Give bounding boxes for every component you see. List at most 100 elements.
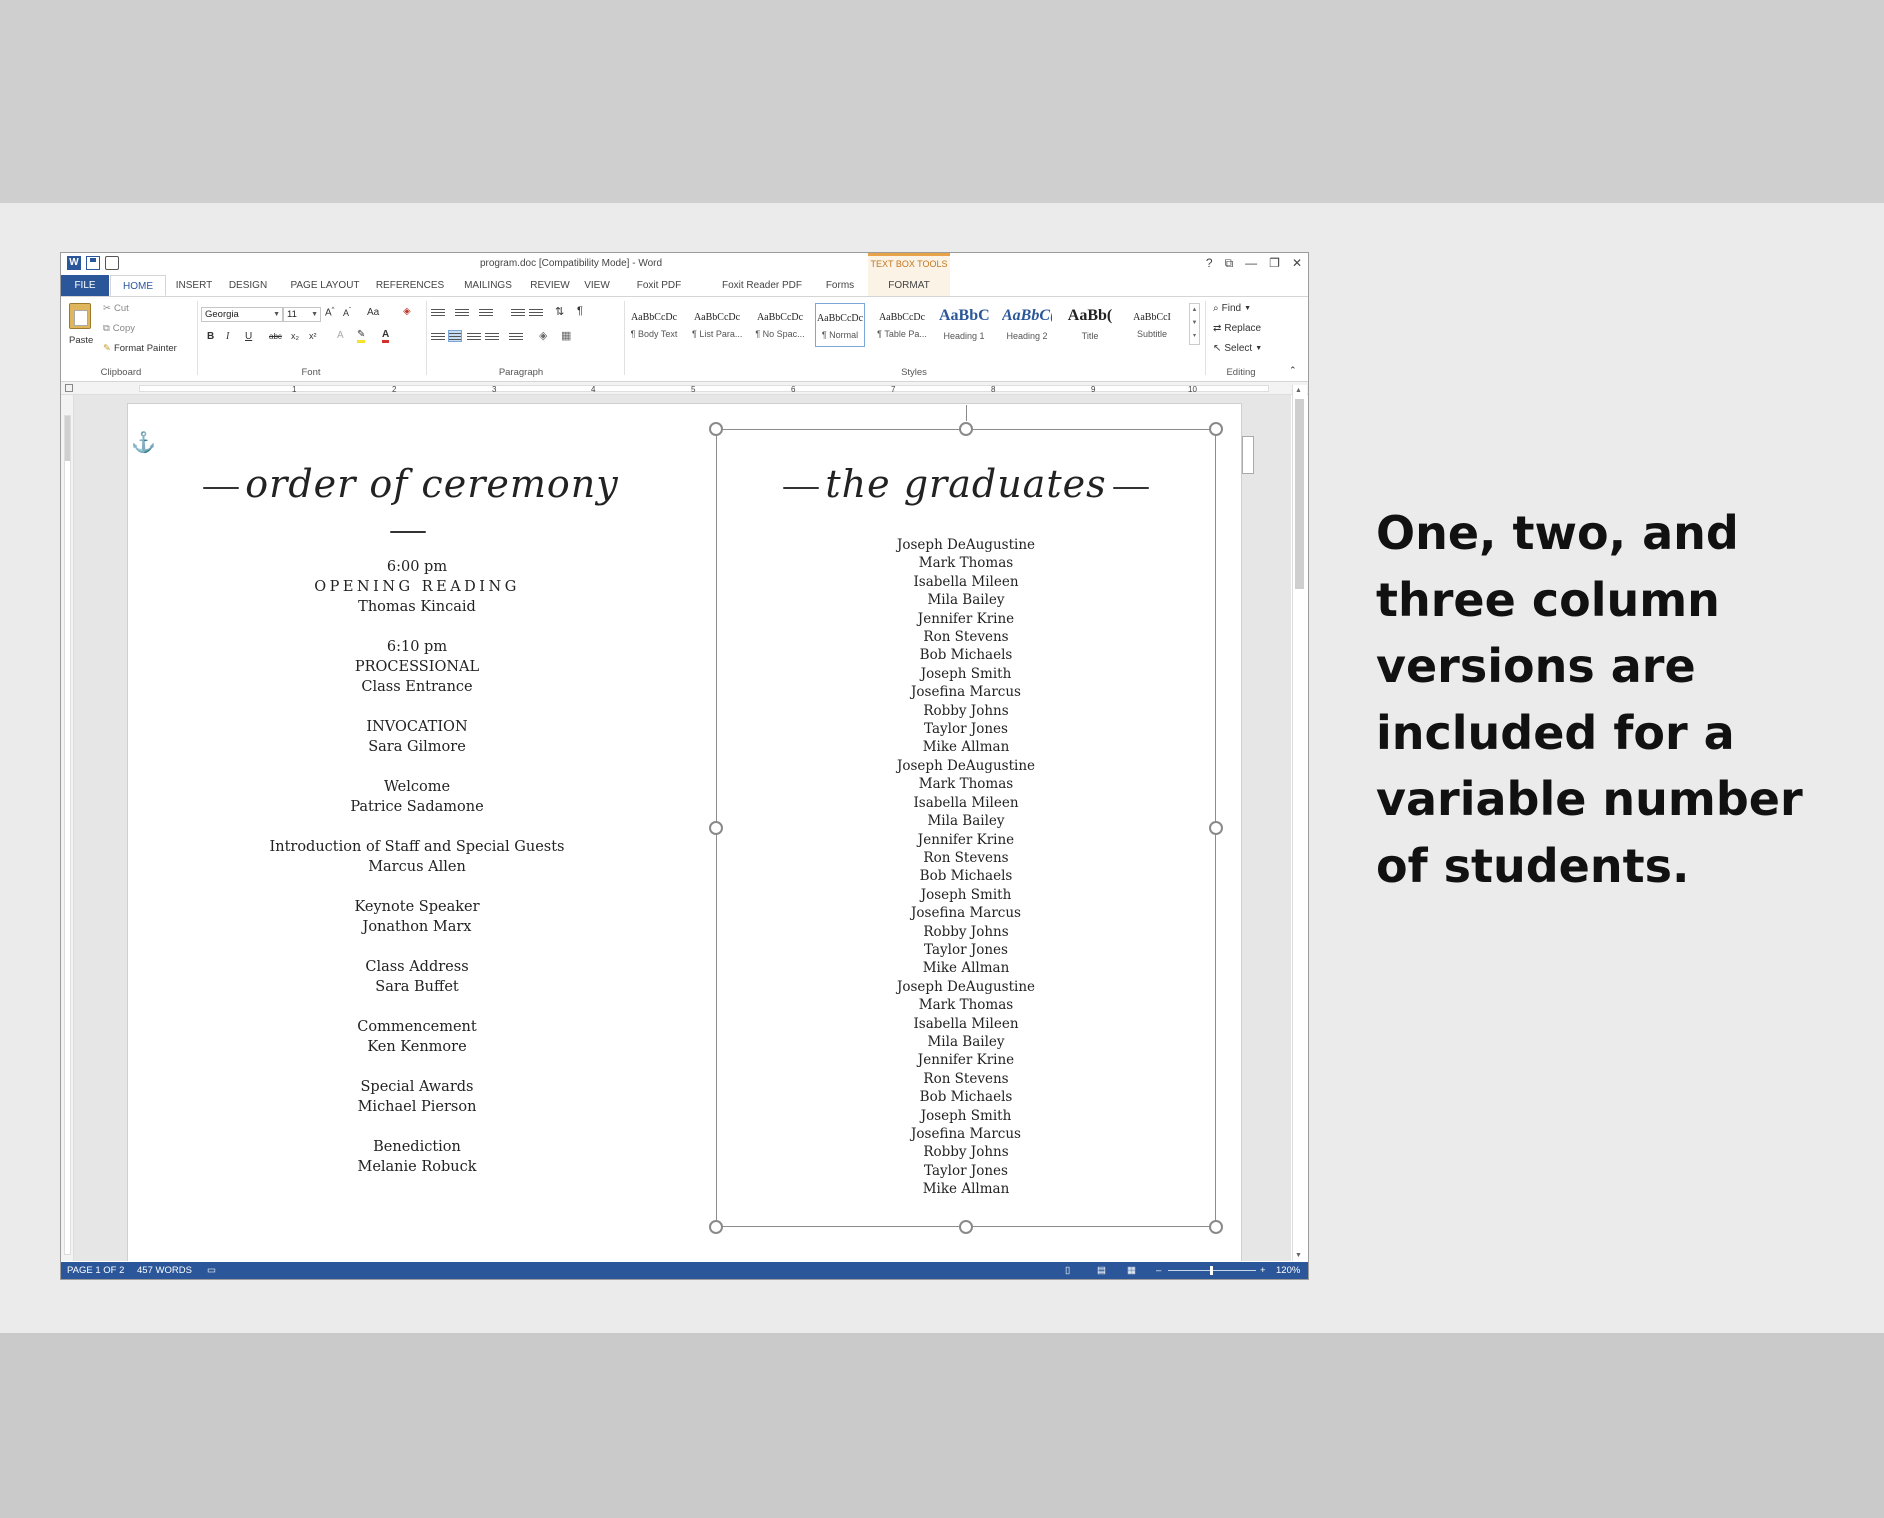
resize-handle-bottom[interactable]	[959, 1220, 973, 1234]
decrease-indent-icon[interactable]	[511, 307, 525, 319]
zoom-out-icon[interactable]: –	[1156, 1265, 1161, 1276]
shading-icon[interactable]: ◈	[539, 329, 547, 342]
grow-font-button[interactable]: A^	[325, 307, 335, 318]
change-case-button[interactable]: Aa	[367, 307, 379, 318]
print-layout-icon[interactable]: ▤	[1097, 1265, 1106, 1276]
tab-home[interactable]: HOME	[110, 275, 166, 296]
resize-handle-top[interactable]	[959, 422, 973, 436]
zoom-in-icon[interactable]: +	[1260, 1265, 1266, 1276]
collapse-ribbon-icon[interactable]: ⌃	[1289, 365, 1297, 376]
strikethrough-button[interactable]: abc	[269, 332, 282, 341]
style-no-spacing[interactable]: AaBbCcDc ¶ No Spac...	[755, 303, 805, 347]
text-effects-icon[interactable]: A	[337, 330, 344, 341]
graduate-name: Joseph DeAugustine	[896, 757, 1036, 774]
style-body-text[interactable]: AaBbCcDc ¶ Body Text	[629, 303, 679, 347]
increase-indent-icon[interactable]	[529, 307, 543, 319]
resize-handle-bottom-right[interactable]	[1209, 1220, 1223, 1234]
save-icon[interactable]	[86, 256, 100, 270]
anchor-icon[interactable]: ⚓	[131, 430, 156, 455]
numbering-icon[interactable]	[455, 307, 469, 319]
style-heading-2[interactable]: AaBbC(Heading 2	[1002, 303, 1052, 347]
show-marks-button[interactable]: ¶	[577, 305, 583, 317]
sort-icon[interactable]: ⇅	[555, 305, 564, 318]
resize-handle-top-right[interactable]	[1209, 422, 1223, 436]
word-app-icon[interactable]: W	[67, 256, 81, 270]
highlight-icon[interactable]: ✎	[357, 330, 366, 343]
select-button[interactable]: ↖ Select ▼	[1213, 343, 1262, 354]
style-normal[interactable]: AaBbCcDc ¶ Normal	[815, 303, 865, 347]
italic-button[interactable]: I	[226, 331, 229, 342]
read-mode-icon[interactable]: ▯	[1065, 1265, 1070, 1276]
style-heading-1[interactable]: AaBbC(Heading 1	[939, 303, 989, 347]
style-table-paragraph[interactable]: AaBbCcDc ¶ Table Pa...	[877, 303, 927, 347]
help-button[interactable]: ?	[1206, 256, 1213, 271]
font-color-icon[interactable]: A	[382, 330, 390, 343]
format-painter-button[interactable]: ✎ Format Painter	[103, 343, 177, 354]
font-size-select[interactable]: 11 ▼	[283, 307, 321, 322]
graduate-name: Mike Allman	[922, 1181, 1010, 1198]
font-family-select[interactable]: Georgia ▼	[201, 307, 283, 322]
document-page[interactable]: ⚓ order of ceremony 6:00 pm OPENING READI…	[127, 403, 1254, 1261]
justify-icon[interactable]	[485, 331, 499, 343]
cut-button[interactable]: ✂ Cut	[103, 303, 129, 314]
program-line: Melanie Robuck	[357, 1159, 477, 1175]
tab-selector-icon[interactable]	[65, 384, 73, 392]
style-list-paragraph[interactable]: AaBbCcDc ¶ List Para...	[692, 303, 742, 347]
close-button[interactable]: ✕	[1292, 256, 1302, 271]
ruler-track[interactable]: 1 2 3 4 5 6 7 8 9 10	[139, 385, 1269, 394]
restore-button[interactable]: ❐	[1269, 256, 1280, 271]
vertical-ruler-track[interactable]	[64, 415, 71, 1255]
tab-format[interactable]: FORMAT	[868, 275, 950, 296]
superscript-button[interactable]: x²	[309, 331, 317, 341]
page-count[interactable]: PAGE 1 OF 2	[67, 1265, 124, 1276]
tab-mailings[interactable]: MAILINGS	[459, 275, 517, 296]
scroll-down-icon[interactable]: ▼	[1295, 1252, 1302, 1259]
print-preview-icon[interactable]	[105, 256, 119, 270]
find-button[interactable]: ⌕ Find ▼	[1213, 303, 1251, 314]
style-subtitle[interactable]: AaBbCcI Subtitle	[1127, 303, 1177, 347]
align-center-icon[interactable]	[448, 330, 462, 342]
tab-design[interactable]: DESIGN	[223, 275, 273, 296]
borders-icon[interactable]: ▦	[561, 329, 571, 342]
shrink-font-button[interactable]: Aˇ	[343, 308, 351, 318]
tab-page-layout[interactable]: PAGE LAYOUT	[287, 275, 363, 296]
proofing-icon[interactable]: ▭	[207, 1265, 216, 1276]
resize-handle-top-left[interactable]	[709, 422, 723, 436]
style-title[interactable]: AaBb(Title	[1065, 303, 1115, 347]
subscript-button[interactable]: x₂	[291, 331, 299, 341]
resize-handle-bottom-left[interactable]	[709, 1220, 723, 1234]
bullets-icon[interactable]	[431, 307, 445, 319]
tab-insert[interactable]: INSERT	[169, 275, 219, 296]
line-spacing-icon[interactable]	[509, 331, 523, 343]
program-line: Jonathon Marx	[362, 919, 472, 935]
ribbon-display-button[interactable]: ⧉	[1225, 256, 1234, 271]
tab-foxit-pdf[interactable]: Foxit PDF	[627, 275, 691, 296]
zoom-level[interactable]: 120%	[1276, 1265, 1300, 1276]
tab-references[interactable]: REFERENCES	[375, 275, 445, 296]
tab-view[interactable]: VIEW	[579, 275, 615, 296]
word-count[interactable]: 457 WORDS	[137, 1265, 192, 1276]
tab-file[interactable]: FILE	[61, 275, 109, 296]
copy-button[interactable]: ⧉ Copy	[103, 323, 135, 334]
scrollbar-thumb[interactable]	[1295, 399, 1304, 589]
minimize-button[interactable]: —	[1245, 256, 1257, 271]
styles-gallery-scroll[interactable]: ▲ ▼ ▾	[1189, 303, 1200, 345]
multilevel-list-icon[interactable]	[479, 307, 493, 319]
align-right-icon[interactable]	[467, 331, 481, 343]
tab-review[interactable]: REVIEW	[527, 275, 573, 296]
align-left-icon[interactable]	[431, 331, 445, 343]
tab-foxit-reader-pdf[interactable]: Foxit Reader PDF	[713, 275, 811, 296]
program-item: INVOCATION Sara Gilmore	[228, 717, 606, 757]
replace-button[interactable]: ⇄ Replace	[1213, 323, 1261, 334]
bold-button[interactable]: B	[207, 331, 214, 342]
layout-options-icon[interactable]	[1242, 436, 1254, 474]
underline-button[interactable]: U	[245, 331, 252, 342]
tab-forms[interactable]: Forms	[818, 275, 862, 296]
paste-button[interactable]: Paste	[69, 335, 93, 346]
clear-formatting-icon[interactable]: ◈	[403, 306, 411, 317]
paste-icon[interactable]	[69, 303, 91, 329]
scroll-up-icon[interactable]: ▲	[1295, 387, 1302, 394]
vertical-scrollbar[interactable]: ▲ ▼	[1292, 385, 1307, 1261]
web-layout-icon[interactable]: ▦	[1127, 1265, 1136, 1276]
zoom-slider-thumb[interactable]	[1210, 1266, 1213, 1275]
